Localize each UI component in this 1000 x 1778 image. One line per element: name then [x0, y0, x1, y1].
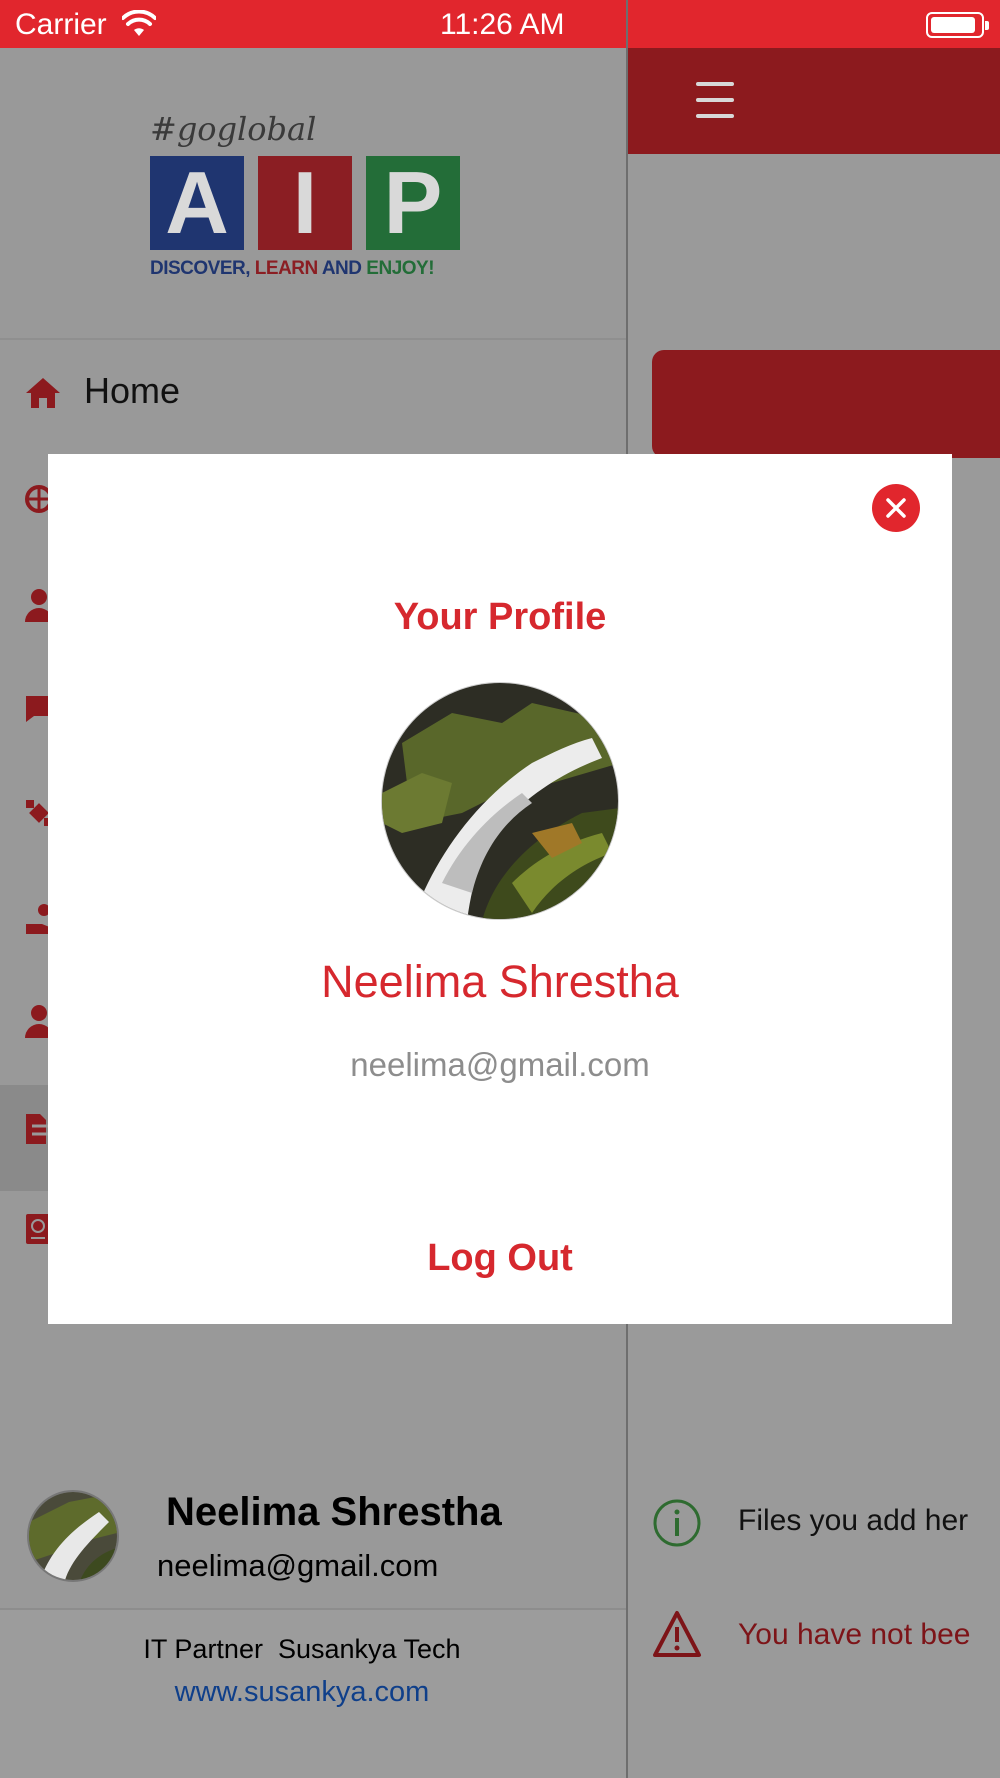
- warning-icon: [653, 1611, 701, 1657]
- info-icon: [653, 1499, 701, 1547]
- profile-name: Neelima Shrestha: [321, 956, 679, 1007]
- drawer-item-home[interactable]: Home: [0, 340, 626, 446]
- hamburger-menu-icon[interactable]: [696, 82, 734, 118]
- warning-text: You have not bee: [738, 1618, 971, 1651]
- drawer-user-email: neelima@gmail.com: [157, 1548, 439, 1583]
- aip-logo: #goglobal A I P DISCOVER, LEARN AND ENJO…: [150, 110, 460, 280]
- clock-time: 11:26 AM: [440, 8, 565, 41]
- logo-tagline: #goglobal: [150, 110, 317, 148]
- drawer-item-home-label: Home: [84, 370, 181, 411]
- close-button[interactable]: [872, 484, 920, 532]
- modal-title: Your Profile: [393, 596, 607, 638]
- logo-slogan: DISCOVER, LEARN AND ENJOY!: [150, 258, 435, 280]
- slogan-enjoy: ENJOY!: [361, 258, 435, 279]
- drawer-user-avatar: [27, 1490, 119, 1582]
- battery-icon: [926, 12, 989, 38]
- profile-modal: Your Profile Neelima Shrestha neelima@gm…: [48, 454, 952, 1324]
- home-icon: [26, 378, 60, 408]
- waterfall-image: [29, 1492, 117, 1580]
- warning-message: You have not bee: [652, 1610, 1000, 1670]
- app-bar: [628, 48, 1000, 154]
- info-message: Files you add her: [652, 1492, 1000, 1552]
- drawer-footer: IT Partner Susankya Tech www.susankya.co…: [0, 1608, 626, 1778]
- it-partner-text: IT Partner Susankya Tech: [143, 1634, 461, 1664]
- carrier-label: Carrier: [15, 8, 107, 41]
- profile-avatar: [381, 682, 619, 920]
- slogan-and: AND: [317, 258, 362, 279]
- drawer-user-name: Neelima Shrestha: [166, 1490, 502, 1534]
- website-link[interactable]: www.susankya.com: [0, 1676, 604, 1709]
- logo-letter-a: A: [150, 156, 244, 250]
- logo-letter-i: I: [258, 156, 352, 250]
- drawer-header: #goglobal A I P DISCOVER, LEARN AND ENJO…: [0, 48, 626, 340]
- status-bar: Carrier 11:26 AM: [0, 0, 1000, 48]
- close-icon: [886, 498, 906, 518]
- wifi-icon: [122, 10, 156, 36]
- slogan-learn: LEARN: [250, 258, 318, 279]
- slogan-discover: DISCOVER,: [150, 258, 251, 279]
- logout-button[interactable]: Log Out: [48, 1237, 952, 1280]
- header-card: [652, 350, 1000, 458]
- waterfall-image: [382, 683, 618, 919]
- logo-letter-p: P: [366, 156, 460, 250]
- profile-email: neelima@gmail.com: [350, 1046, 650, 1083]
- info-text: Files you add her: [738, 1504, 969, 1537]
